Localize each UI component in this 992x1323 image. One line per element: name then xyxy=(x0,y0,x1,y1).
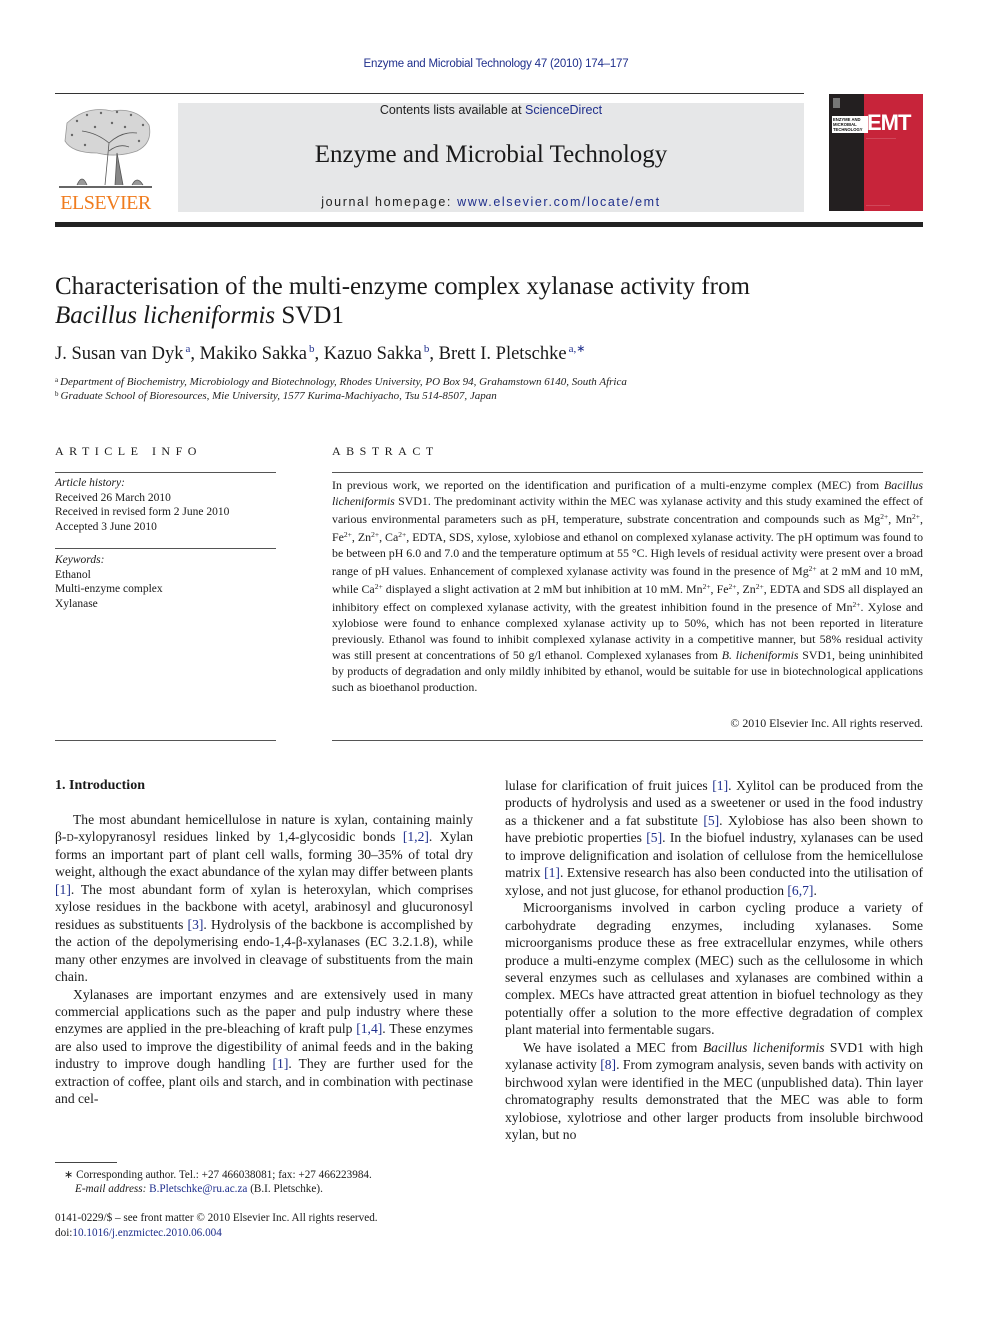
email-link[interactable]: B.Pletschke@ru.ac.za xyxy=(149,1183,247,1195)
author-name[interactable]: Makiko Sakka xyxy=(200,344,307,364)
citation-link[interactable]: [5] xyxy=(646,830,662,845)
history-item: Accepted 3 June 2010 xyxy=(55,520,157,533)
paragraph: The most abundant hemicellulose in natur… xyxy=(55,812,473,985)
author-affiliation-mark[interactable]: b xyxy=(309,343,315,355)
citation-link[interactable]: [6,7] xyxy=(787,883,813,898)
author-name[interactable]: Brett I. Pletschke xyxy=(439,344,567,364)
elsevier-tree-icon xyxy=(59,109,152,188)
history-item: Received 26 March 2010 xyxy=(55,491,171,504)
citation-link[interactable]: [1] xyxy=(55,882,71,897)
keyword: Multi-enzyme complex xyxy=(55,583,163,595)
section-heading-introduction: 1. Introduction xyxy=(55,778,145,793)
keywords: Keywords: Ethanol Multi-enzyme complex X… xyxy=(55,553,276,611)
affiliation-mark: a xyxy=(55,376,59,384)
front-matter-note: 0141-0229/$ – see front matter © 2010 El… xyxy=(55,1212,378,1224)
abstract-heading: ABSTRACT xyxy=(332,444,439,458)
footnote-rule xyxy=(55,1162,117,1163)
affiliation-text: Graduate School of Bioresources, Mie Uni… xyxy=(60,390,497,402)
email-label: E-mail address: xyxy=(75,1183,150,1195)
elsevier-wordmark: ELSEVIER xyxy=(60,192,151,214)
author-affiliation-mark[interactable]: a xyxy=(185,343,190,355)
paragraph: We have isolated a MEC from Bacillus lic… xyxy=(505,1039,923,1143)
affiliation: b Graduate School of Bioresources, Mie Un… xyxy=(55,390,915,402)
journal-cover-thumbnail[interactable]: ENZYME AND MICROBIAL TECHNOLOGY EMT ————… xyxy=(829,94,923,211)
history-label: Article history: xyxy=(55,477,125,489)
cover-subtitle: —————————— xyxy=(866,136,896,140)
homepage-link[interactable]: www.elsevier.com/locate/emt xyxy=(457,195,661,209)
abstract-bottom-rule xyxy=(332,740,923,741)
abstract-copyright: © 2010 Elsevier Inc. All rights reserved… xyxy=(730,716,923,730)
citation-link[interactable]: [1,2] xyxy=(403,829,429,844)
journal-banner: Contents lists available at ScienceDirec… xyxy=(178,103,804,212)
body-column-left: The most abundant hemicellulose in natur… xyxy=(55,811,473,1108)
contents-line: Contents lists available at ScienceDirec… xyxy=(178,103,804,117)
cover-mini-image xyxy=(833,98,840,108)
citation-link[interactable]: [5] xyxy=(703,813,719,828)
citation-link[interactable]: [1] xyxy=(544,865,560,880)
cover-acronym: EMT xyxy=(867,110,911,135)
cover-title-line: TECHNOLOGY xyxy=(833,127,863,132)
title-strain: SVD1 xyxy=(275,302,344,329)
homepage-line: journal homepage: www.elsevier.com/locat… xyxy=(178,195,804,209)
article-info-rule xyxy=(55,472,276,473)
citation-link[interactable]: [1,4] xyxy=(356,1021,382,1036)
corresponding-author-note: ∗ Corresponding author. Tel.: +27 466038… xyxy=(64,1169,372,1181)
doi-note: doi:10.1016/j.enzmictec.2010.06.004 xyxy=(55,1227,475,1239)
keyword: Xylanase xyxy=(55,597,98,610)
citation-link[interactable]: [3] xyxy=(188,917,204,932)
sciencedirect-link[interactable]: ScienceDirect xyxy=(525,103,602,117)
doi-link[interactable]: 10.1016/j.enzmictec.2010.06.004 xyxy=(72,1227,221,1239)
title-species: Bacillus licheniformis xyxy=(55,302,276,329)
abstract-rule xyxy=(332,472,923,473)
abstract-text: In previous work, we reported on the ide… xyxy=(332,478,924,694)
header-rule xyxy=(55,93,804,94)
affiliation: a Department of Biochemistry, Microbiolog… xyxy=(55,376,915,388)
homepage-prefix: journal homepage: xyxy=(321,195,458,209)
citation-link[interactable]: [1] xyxy=(712,778,728,793)
author-name[interactable]: J. Susan van Dyk xyxy=(55,344,183,364)
keywords-label: Keywords: xyxy=(55,554,105,566)
email-suffix: (B.I. Pletschke). xyxy=(247,1183,323,1195)
keyword: Ethanol xyxy=(55,568,91,581)
title-line1: Characterisation of the multi-enzyme com… xyxy=(55,273,750,300)
author-name[interactable]: Kazuo Sakka xyxy=(324,344,422,364)
citation-link[interactable]: [1] xyxy=(273,1056,289,1071)
author-affiliation-mark[interactable]: a,∗ xyxy=(569,343,586,355)
author-affiliation-mark[interactable]: b xyxy=(424,343,430,355)
paragraph: lulase for clarification of fruit juices… xyxy=(505,778,924,898)
author-list: J. Susan van Dyk a, Makiko Sakka b, Kazuo … xyxy=(55,343,586,364)
contents-prefix: Contents lists available at xyxy=(379,103,526,117)
keywords-rule xyxy=(55,548,276,549)
elsevier-logo[interactable]: ELSEVIER xyxy=(55,103,156,215)
affiliation-mark: b xyxy=(55,390,59,398)
email-note: E-mail address: B.Pletschke@ru.ac.za (B.… xyxy=(75,1183,495,1195)
citation-link[interactable]: [8] xyxy=(600,1057,616,1072)
article-history: Article history: Received 26 March 2010 … xyxy=(55,476,276,534)
running-head[interactable]: Enzyme and Microbial Technology 47 (2010… xyxy=(0,58,992,70)
header-thick-rule xyxy=(55,222,923,227)
doi-label: doi: xyxy=(55,1227,73,1239)
cover-footer: ———————— xyxy=(866,203,890,207)
history-item: Received in revised form 2 June 2010 xyxy=(55,506,230,518)
article-info-bottom-rule xyxy=(55,740,276,741)
article-title: Characterisation of the multi-enzyme com… xyxy=(55,272,915,330)
affiliation-text: Department of Biochemistry, Microbiology… xyxy=(60,376,627,388)
paragraph: Xylanases are important enzymes and are … xyxy=(55,986,474,1107)
cover-title: ENZYME AND MICROBIAL TECHNOLOGY xyxy=(832,116,868,133)
paragraph: Microorganisms involved in carbon cyclin… xyxy=(505,900,923,1038)
article-info-heading: ARTICLE INFO xyxy=(55,444,202,458)
body-column-right: lulase for clarification of fruit juices… xyxy=(505,777,923,1144)
journal-name: Enzyme and Microbial Technology xyxy=(314,141,668,168)
